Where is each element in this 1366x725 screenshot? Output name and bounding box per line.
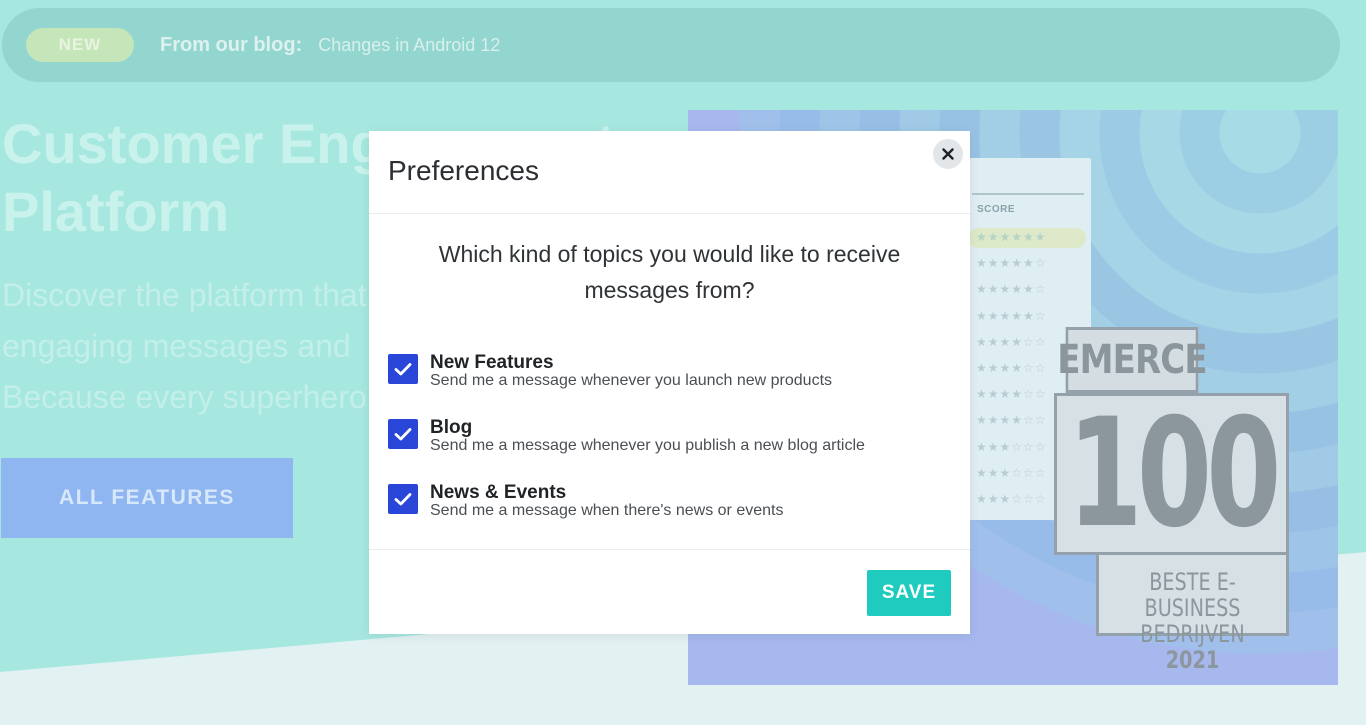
modal-question: Which kind of topics you would like to r…	[438, 241, 901, 303]
option-new-features[interactable]: New Features Send me a message whenever …	[388, 352, 948, 392]
option-title: Blog	[430, 417, 473, 438]
option-blog[interactable]: Blog Send me a message whenever you publ…	[388, 417, 948, 457]
star-rating-row: ★★★★☆☆	[976, 361, 1047, 375]
blog-post-link[interactable]: Changes in Android 12	[318, 35, 500, 56]
award-number: 100	[1067, 387, 1281, 561]
option-news-events[interactable]: News & Events Send me a message when the…	[388, 482, 948, 522]
option-description: Send me a message when there's news or e…	[430, 502, 784, 519]
award-badge-caption: BESTE E-BUSINESS BEDRIJVEN 2021	[1096, 555, 1289, 673]
star-rating-row: ★★★★★☆	[976, 256, 1047, 271]
save-button[interactable]: SAVE	[867, 570, 951, 616]
option-description: Send me a message whenever you launch ne…	[430, 372, 833, 389]
modal-header: Preferences	[369, 131, 970, 214]
preferences-modal: Preferences Which kind of topics you wou…	[369, 131, 970, 634]
option-title: News & Events	[430, 482, 567, 503]
award-badge-name: EMERCE	[1057, 327, 1208, 393]
star-rating-row: ★★★☆☆☆	[976, 492, 1047, 506]
announcement-bar[interactable]: NEW From our blog: Changes in Android 12	[2, 8, 1340, 82]
option-title: New Features	[430, 352, 554, 373]
all-features-button[interactable]: ALL FEATURES	[1, 458, 293, 538]
award-year: 2021	[1165, 646, 1220, 674]
award-badge-number: 100	[1054, 387, 1289, 561]
announcement-label: From our blog:	[160, 33, 303, 56]
divider	[972, 193, 1084, 195]
award-line-2: BEDRIJVEN	[1140, 620, 1245, 648]
star-rating-row: ★★★★★☆	[976, 308, 1047, 323]
new-features-checkbox[interactable]	[388, 354, 418, 384]
close-icon	[942, 148, 954, 160]
score-label: SCORE	[977, 204, 1016, 215]
award-line: BESTE E-BUSINESS	[1144, 568, 1241, 622]
star-rating-row: ★★★★☆☆	[976, 387, 1047, 402]
checkmark-icon	[394, 363, 412, 376]
new-badge: NEW	[26, 28, 134, 62]
star-rating-row: ★★★☆☆☆	[976, 465, 1047, 480]
news-events-checkbox[interactable]	[388, 484, 418, 514]
checkmark-icon	[394, 493, 412, 506]
star-rating-row: ★★★★☆☆	[976, 334, 1047, 349]
close-button[interactable]	[933, 139, 963, 169]
option-description: Send me a message whenever you publish a…	[430, 437, 865, 454]
modal-footer: SAVE	[369, 549, 970, 635]
blog-checkbox[interactable]	[388, 419, 418, 449]
star-rating-row: ★★★★★★	[976, 230, 1047, 244]
star-rating-row: ★★★★☆☆	[976, 413, 1047, 428]
star-rating-row: ★★★★★☆	[976, 282, 1047, 297]
award-line: BEDRIJVEN 2021	[1118, 621, 1268, 673]
checkmark-icon	[394, 428, 412, 441]
star-rating-row: ★★★☆☆☆	[976, 439, 1047, 454]
modal-title: Preferences	[388, 155, 539, 186]
